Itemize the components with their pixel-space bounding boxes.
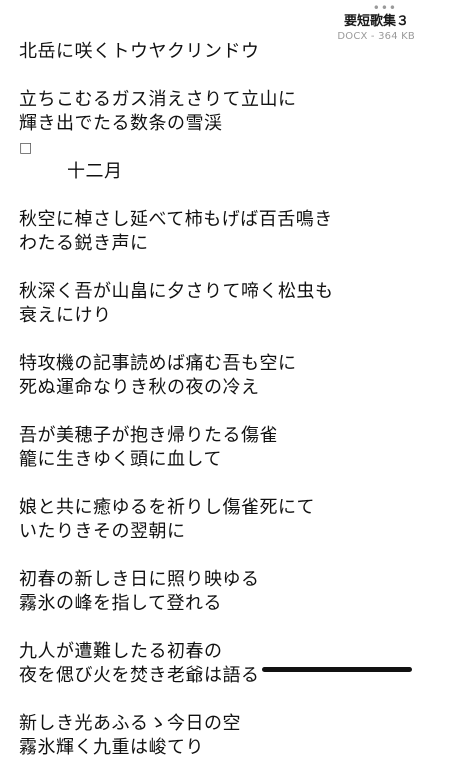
text-line: 立ちこむるガス消えさりて立山に [19, 89, 297, 110]
text-line: 特攻機の記事読めば痛む吾も空に [19, 353, 297, 374]
text-line: 新しき光あふるゝ今日の空 [19, 713, 241, 734]
text-line: 死ぬ運命なりき秋の夜の冷え [19, 377, 260, 398]
text-line: わたる鋭き声に [19, 233, 149, 254]
text-line: 籠に生きゆく頭に血して [19, 449, 222, 470]
document-title: 要短歌集３ [343, 14, 409, 29]
text-line: 初春の新しき日に照り映ゆる [19, 569, 260, 590]
text-line: 霧氷輝く九重は峻てり [19, 737, 204, 758]
text-line: 吾が美穂子が抱き帰りたる傷雀 [19, 425, 278, 446]
text-line: 北岳に咲くトウヤクリンドウ [19, 41, 260, 62]
text-line: 輝き出でたる数条の雪渓 [19, 113, 223, 134]
text-line: いたりきその翌朝に [19, 521, 186, 542]
section-heading: 十二月 [67, 161, 123, 182]
document-body[interactable]: 北岳に咲くトウヤクリンドウ 立ちこむるガス消えさりて立山に 輝き出でたる数条の雪… [19, 40, 429, 760]
home-indicator[interactable] [262, 667, 412, 672]
text-line: 衰えにけり [19, 305, 112, 326]
more-options-icon[interactable]: ••• [0, 2, 449, 14]
text-line: 霧氷の峰を指して登れる [19, 593, 222, 614]
text-line: 娘と共に癒ゆるを祈りし傷雀死にて [19, 497, 315, 518]
missing-glyph-icon: □ [19, 140, 33, 156]
text-line: 九人が遭難したる初春の [19, 641, 223, 662]
text-line: 秋深く吾が山畠に夕さりて啼く松虫も [19, 281, 334, 302]
text-line: 秋空に棹さし延べて柿もげば百舌鳴き [19, 209, 333, 230]
